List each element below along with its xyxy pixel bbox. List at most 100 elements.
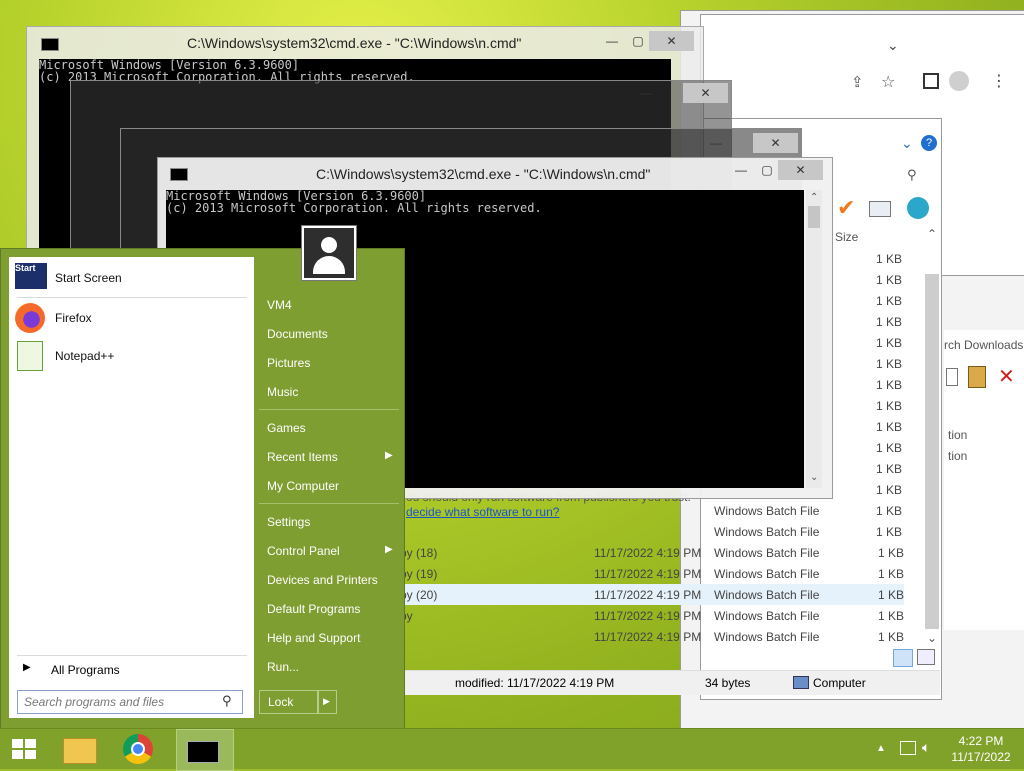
lock-button[interactable]: Lock [259,690,319,714]
separator [17,655,247,656]
search-icon[interactable]: ⚲ [907,167,917,183]
close-button[interactable]: ✕ [778,160,823,180]
start-right-item-default-programs[interactable]: Default Programs [259,597,399,621]
separator [259,409,399,410]
taskbar: ▲ 🔈︎ 4:22 PM 11/17/2022 [0,728,1024,771]
cmd-line-2: (c) 2013 Microsoft Corporation. All righ… [166,201,542,215]
pinned-notepadpp[interactable]: Notepad++ [13,339,250,373]
table-row[interactable]: py (19) 11/17/2022 4:19 PM Windows Batch… [390,563,904,584]
side-text-2: tion [948,449,968,463]
chevron-right-icon: ▶ [385,450,393,461]
start-right-item-games[interactable]: Games [259,416,399,440]
scroll-down-icon[interactable]: ⌄ [810,472,818,483]
side-text-1: tion [948,428,968,442]
scroll-thumb[interactable] [808,206,820,228]
size-cell: 1 KB [875,420,902,434]
start-button[interactable] [0,729,48,769]
table-row[interactable]: Windows Batch File [710,521,900,542]
folder-icon [63,738,97,764]
cmd-scrollbar[interactable]: ⌃ ⌄ [806,190,822,488]
start-right-item-settings[interactable]: Settings [259,510,399,534]
start-right-item-help[interactable]: Help and Support [259,626,399,650]
delete-icon[interactable]: ✕ [998,364,1015,389]
cmd-icon [170,168,188,181]
close-button[interactable]: ✕ [683,83,728,103]
table-row[interactable]: 11/17/2022 4:19 PM Windows Batch File 1 … [390,626,904,647]
copy-icon[interactable] [946,368,958,386]
start-right-item-control-panel[interactable]: Control Panel ▶ [259,539,399,563]
start-search-input[interactable]: Search programs and files [24,695,164,709]
pinned-firefox[interactable]: Firefox [13,301,250,335]
minimize-button[interactable]: — [701,133,731,153]
start-right-item-recent[interactable]: Recent Items ▶ [259,445,399,469]
clock[interactable]: 4:22 PM 11/17/2022 [946,733,1016,765]
size-cell: 1 KB [875,483,902,497]
info-link[interactable]: decide what software to run? [406,505,559,519]
start-right-item-music[interactable]: Music [259,380,399,404]
minimize-button[interactable]: — [631,83,661,103]
vertical-scrollbar[interactable] [925,274,939,629]
table-row[interactable]: Windows Batch File [710,500,900,521]
help-icon[interactable]: ? [921,135,937,151]
windows-logo-icon [12,739,36,759]
pinned-start-screen[interactable]: Start Start Screen [13,261,250,295]
chevron-right-icon: ▶ [385,544,393,555]
table-row[interactable]: py 11/17/2022 4:19 PM Windows Batch File… [390,605,904,626]
user-avatar[interactable] [301,225,357,281]
details-view-icon[interactable] [893,649,913,667]
star-icon[interactable]: ☆ [881,72,895,92]
all-programs-button[interactable]: ▶ All Programs [13,657,249,683]
table-row-selected[interactable]: py (20) 11/17/2022 4:19 PM Windows Batch… [390,584,904,605]
clock-date: 11/17/2022 [951,750,1011,764]
start-right-item-user[interactable]: VM4 [259,293,399,317]
start-right-item-devices[interactable]: Devices and Printers [259,568,399,592]
sidebar-icon[interactable] [923,73,939,89]
paste-icon[interactable] [968,366,986,388]
scroll-up-icon[interactable]: ⌃ [927,227,937,241]
column-size-header[interactable]: Size [835,230,858,244]
chevron-down-icon[interactable]: ⌄ [887,37,899,54]
chrome-icon [123,734,153,764]
preview-view-icon[interactable] [917,649,935,665]
chevron-down-icon[interactable]: ⌄ [901,135,913,152]
profile-icon[interactable] [949,71,969,91]
size-cell: 1 KB [875,357,902,371]
avatar [304,228,354,278]
globe-icon[interactable] [907,197,929,219]
start-right-item-documents[interactable]: Documents [259,322,399,346]
start-right-item-pictures[interactable]: Pictures [259,351,399,375]
all-programs-label: All Programs [51,663,120,677]
close-button[interactable]: ✕ [753,133,798,153]
taskbar-chrome[interactable] [114,729,164,769]
table-row[interactable]: py (18) 11/17/2022 4:19 PM Windows Batch… [390,542,904,563]
properties-icon[interactable] [869,201,891,217]
start-right-item-computer[interactable]: My Computer [259,474,399,498]
start-menu-programs: Start Start Screen Firefox Notepad++ ▶ A… [9,257,254,718]
search-icon[interactable]: ⚲ [222,693,232,709]
status-size: 34 bytes [705,676,751,690]
cmd-window-title: C:\Windows\system32\cmd.exe - "C:\Window… [316,166,651,182]
show-hidden-icons[interactable]: ▲ [876,743,886,754]
status-bar: modified: 11/17/2022 4:19 PM 34 bytes Co… [403,670,940,695]
status-location: Computer [813,676,866,690]
share-icon[interactable]: ⇪ [851,73,864,91]
scroll-up-icon[interactable]: ⌃ [810,192,818,203]
lock-options-button[interactable]: ▶ [317,690,337,714]
taskbar-cmd[interactable] [176,729,234,771]
separator [259,503,399,504]
volume-icon[interactable]: 🔈︎ [922,739,930,756]
scroll-down-icon[interactable]: ⌄ [927,631,937,645]
computer-icon [793,676,809,689]
start-search-box[interactable]: Search programs and files ⚲ [17,690,243,714]
network-icon[interactable] [900,741,916,755]
size-cell: 1 KB [875,273,902,287]
start-right-item-run[interactable]: Run... [259,655,399,679]
size-cell: 1 KB [875,441,902,455]
check-icon[interactable]: ✔ [837,195,855,221]
size-cell: 1 KB [875,315,902,329]
menu-icon[interactable]: ⋮ [991,71,1007,91]
close-button[interactable]: ✕ [649,31,694,51]
side-search-text: rch Downloads [944,338,1024,352]
cmd-icon [187,741,219,763]
taskbar-explorer[interactable] [56,729,102,769]
